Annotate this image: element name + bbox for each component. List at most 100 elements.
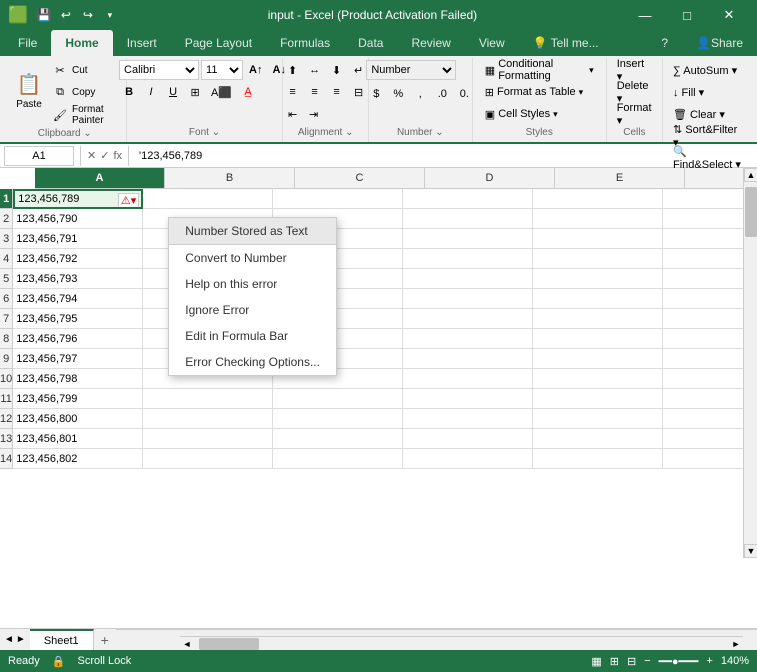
cell-b12[interactable] [143, 409, 273, 429]
tab-review[interactable]: Review [397, 30, 464, 56]
row-header-9[interactable]: 9 [0, 349, 12, 369]
tab-formulas[interactable]: Formulas [266, 30, 344, 56]
cell-a1[interactable]: 123,456,789 ⚠▾ [13, 189, 143, 209]
cell-d10[interactable] [403, 369, 533, 389]
cell-d6[interactable] [403, 289, 533, 309]
cell-a6[interactable]: 123,456,794 [13, 289, 143, 309]
cell-b13[interactable] [143, 429, 273, 449]
cell-d8[interactable] [403, 329, 533, 349]
font-color-button[interactable]: A̲ [238, 82, 258, 102]
zoom-slider[interactable]: ━━●━━━ [659, 655, 699, 668]
tab-file[interactable]: File [4, 30, 51, 56]
fill-color-button[interactable]: A⬛ [207, 82, 236, 102]
horizontal-scrollbar[interactable]: ◄ ► [180, 636, 743, 650]
format-painter-button[interactable]: 🖌 [50, 105, 70, 125]
bold-button[interactable]: B [119, 82, 139, 102]
clear-button[interactable]: 🗑 Clear ▾ [669, 104, 729, 124]
cell-a9[interactable]: 123,456,797 [13, 349, 143, 369]
number-format-select[interactable]: Number [366, 60, 456, 80]
vertical-scrollbar[interactable]: ▲ ▼ [743, 168, 757, 558]
col-header-e[interactable]: E [555, 168, 685, 188]
comma-button[interactable]: , [410, 84, 430, 104]
cell-e7[interactable] [533, 309, 663, 329]
row-header-11[interactable]: 11 [0, 389, 12, 409]
tab-insert[interactable]: Insert [113, 30, 171, 56]
align-right-button[interactable]: ≡ [327, 82, 347, 102]
col-header-c[interactable]: C [295, 168, 425, 188]
h-scroll-track[interactable] [194, 637, 729, 651]
italic-button[interactable]: I [141, 82, 161, 102]
cell-e3[interactable] [533, 229, 663, 249]
underline-button[interactable]: U [163, 82, 183, 102]
cell-d12[interactable] [403, 409, 533, 429]
row-header-14[interactable]: 14 [0, 449, 12, 469]
cell-e11[interactable] [533, 389, 663, 409]
tab-page-layout[interactable]: Page Layout [171, 30, 266, 56]
cell-e14[interactable] [533, 449, 663, 469]
help-button[interactable]: ? [647, 30, 682, 56]
cell-e4[interactable] [533, 249, 663, 269]
percent-button[interactable]: % [388, 84, 408, 104]
copy-button[interactable]: ⧉ [50, 82, 70, 102]
edit-in-formula-bar-item[interactable]: Edit in Formula Bar [169, 323, 336, 349]
cell-e1[interactable] [533, 189, 663, 209]
cell-e13[interactable] [533, 429, 663, 449]
cut-button[interactable]: ✂ [50, 60, 70, 80]
cell-d1[interactable] [403, 189, 533, 209]
share-button[interactable]: 👤 Share [682, 30, 757, 56]
cell-e12[interactable] [533, 409, 663, 429]
undo-button[interactable]: ↩ [56, 5, 76, 25]
convert-to-number-item[interactable]: Convert to Number [169, 245, 336, 271]
view-page-break-button[interactable]: ⊟ [627, 655, 636, 668]
tab-home[interactable]: Home [51, 30, 112, 56]
cell-e5[interactable] [533, 269, 663, 289]
name-box[interactable] [4, 146, 74, 166]
row-header-2[interactable]: 2 [0, 209, 12, 229]
cell-d9[interactable] [403, 349, 533, 369]
increase-font-button[interactable]: A↑ [245, 60, 266, 80]
tab-view[interactable]: View [465, 30, 519, 56]
redo-button[interactable]: ↪ [78, 5, 98, 25]
row-header-1[interactable]: 1 [0, 189, 12, 209]
add-sheet-button[interactable]: + [94, 629, 116, 651]
next-sheet-button[interactable]: ► [16, 634, 26, 645]
decrease-indent-button[interactable]: ⇤ [283, 104, 303, 124]
row-header-13[interactable]: 13 [0, 429, 12, 449]
customize-quick-access[interactable]: ▾ [100, 5, 120, 25]
scroll-track[interactable] [744, 182, 757, 544]
dec-increase-button[interactable]: .0 [432, 84, 452, 104]
insert-function-button[interactable]: fx [113, 150, 122, 162]
cell-e10[interactable] [533, 369, 663, 389]
row-header-10[interactable]: 10 [0, 369, 12, 389]
cell-a13[interactable]: 123,456,801 [13, 429, 143, 449]
sheet-tab-sheet1[interactable]: Sheet1 [30, 629, 94, 651]
cell-a10[interactable]: 123,456,798 [13, 369, 143, 389]
cell-a8[interactable]: 123,456,796 [13, 329, 143, 349]
border-button[interactable]: ⊞ [185, 82, 205, 102]
scroll-down-button[interactable]: ▼ [744, 544, 757, 558]
cell-b11[interactable] [143, 389, 273, 409]
close-button[interactable]: ✕ [709, 0, 749, 30]
cell-c1[interactable] [273, 189, 403, 209]
zoom-in-button[interactable]: + [706, 655, 712, 667]
scroll-thumb[interactable] [745, 187, 757, 237]
row-header-4[interactable]: 4 [0, 249, 12, 269]
cell-a11[interactable]: 123,456,799 [13, 389, 143, 409]
row-header-12[interactable]: 12 [0, 409, 12, 429]
cell-b14[interactable] [143, 449, 273, 469]
cell-a12[interactable]: 123,456,800 [13, 409, 143, 429]
formula-content[interactable]: '123,456,789 [135, 150, 753, 162]
cell-d4[interactable] [403, 249, 533, 269]
font-name-select[interactable]: Calibri [119, 60, 199, 80]
row-header-5[interactable]: 5 [0, 269, 12, 289]
tab-tell-me[interactable]: 💡Tell me... [519, 30, 613, 56]
row-header-3[interactable]: 3 [0, 229, 12, 249]
error-checking-options-item[interactable]: Error Checking Options... [169, 349, 336, 375]
cell-c11[interactable] [273, 389, 403, 409]
minimize-button[interactable]: — [625, 0, 665, 30]
cell-a4[interactable]: 123,456,792 [13, 249, 143, 269]
confirm-formula-button[interactable]: ✓ [100, 149, 109, 162]
error-indicator-button[interactable]: ⚠▾ [118, 193, 139, 208]
row-header-6[interactable]: 6 [0, 289, 12, 309]
h-scroll-thumb[interactable] [199, 638, 259, 650]
